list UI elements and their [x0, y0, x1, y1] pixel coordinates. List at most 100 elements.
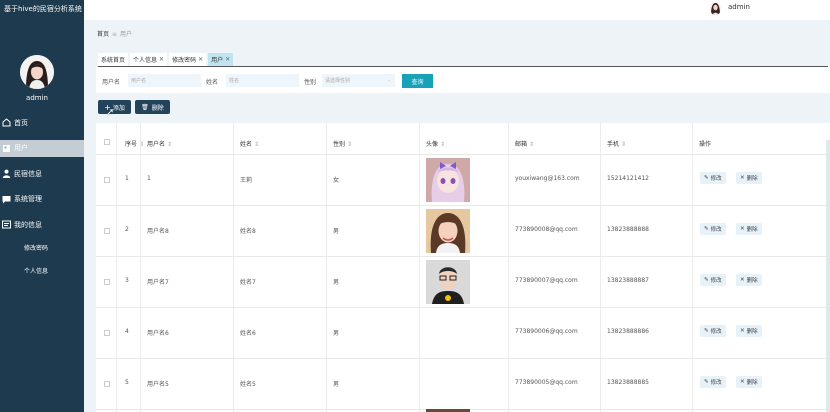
trash-icon: 🗑 [141, 103, 149, 111]
edit-button[interactable]: ✎ 修改 [700, 172, 726, 184]
cell-name: 姓名7 [240, 279, 256, 286]
add-button[interactable]: + 添加 [98, 100, 131, 114]
column-label: 性别 [333, 141, 346, 148]
tab-bar: 系统首页 个人信息 ✕ 修改密码 ✕ 用户 ✕ [98, 53, 235, 66]
username-label: 用户名 [102, 79, 121, 86]
column-header-name[interactable]: 姓名 ⇕ [240, 139, 259, 148]
edit-button[interactable]: ✎ 修改 [700, 325, 726, 337]
home-icon [2, 118, 11, 127]
edit-button[interactable]: ✎ 修改 [700, 223, 726, 235]
username-input[interactable]: 用户名 [128, 74, 201, 87]
column-header-no[interactable]: 序号 ⇕ [125, 139, 144, 148]
column-header-photo[interactable]: 头像 ⇕ [426, 139, 445, 148]
sidebar-subitem-change-password[interactable]: 修改密码 [0, 238, 84, 258]
delete-button[interactable]: 🗑 删除 [135, 100, 170, 114]
cell-email: 773890005@qq.com [515, 379, 578, 386]
cell-no: 5 [125, 379, 129, 386]
sidebar-item-home[interactable]: 首页 [0, 114, 84, 131]
close-icon: ✕ [740, 328, 745, 334]
delete-row-button[interactable]: ✕ 删除 [736, 172, 762, 184]
column-header-gender[interactable]: 性别 ⇕ [333, 139, 352, 148]
gender-label: 性别 [304, 79, 317, 86]
table-row: 2 用户名8 姓名8 男 773890008@qq.com 1382388888… [96, 206, 830, 256]
column-label: 手机 [607, 141, 620, 148]
table-row: 1 1 王莉 女 youxiwang@163.com 15214121412 ✎… [96, 155, 830, 205]
add-button-label: 添加 [112, 104, 125, 112]
tab-label: 修改密码 [172, 57, 197, 64]
header-username[interactable]: admin [728, 3, 750, 11]
delete-label: 删除 [746, 329, 758, 335]
sidebar-item-system[interactable]: 系统管理 [0, 191, 84, 208]
sidebar-item-profile[interactable]: 我的信息 [0, 216, 84, 233]
delete-row-button[interactable]: ✕ 删除 [736, 376, 762, 388]
close-icon[interactable]: ✕ [159, 56, 164, 63]
tab-label: 个人信息 [133, 57, 158, 64]
name-placeholder: 姓名 [229, 78, 240, 84]
user-photo [426, 260, 470, 304]
sort-icon[interactable]: ⇕ [347, 141, 352, 148]
sort-icon[interactable]: ⇕ [621, 141, 626, 148]
tab-home[interactable]: 系统首页 [98, 53, 129, 66]
close-icon: ✕ [740, 379, 745, 385]
cell-username: 用户名5 [147, 381, 169, 388]
cell-gender: 男 [333, 228, 340, 235]
sort-icon[interactable]: ⇕ [529, 141, 534, 148]
query-button[interactable]: 查询 [402, 74, 433, 88]
cell-phone: 13823888885 [607, 379, 649, 386]
chevron-down-icon: ⌄ [386, 77, 391, 83]
column-header-email[interactable]: 邮箱 ⇕ [515, 139, 534, 148]
edit-button[interactable]: ✎ 修改 [700, 376, 726, 388]
username-placeholder: 用户名 [131, 78, 147, 84]
sort-icon[interactable]: ⇕ [254, 141, 259, 148]
sort-icon[interactable]: ⇕ [167, 141, 172, 148]
gender-select[interactable]: 请选择性别 ⌄ [322, 74, 395, 87]
row-checkbox[interactable] [104, 381, 110, 387]
edit-button[interactable]: ✎ 修改 [700, 274, 726, 286]
edit-icon: ✎ [704, 328, 709, 334]
column-header-username[interactable]: 用户名 ⇕ [147, 139, 172, 148]
cell-no: 3 [125, 277, 129, 284]
user-card-icon [2, 144, 11, 153]
sidebar-item-users[interactable]: 用户 [0, 139, 84, 157]
row-checkbox[interactable] [104, 177, 110, 183]
tab-label: 系统首页 [101, 57, 126, 64]
name-input[interactable]: 姓名 [226, 74, 299, 87]
name-label: 姓名 [206, 79, 219, 86]
tab-change-password[interactable]: 修改密码 ✕ [169, 53, 207, 66]
delete-row-button[interactable]: ✕ 删除 [736, 274, 762, 286]
breadcrumb-current: 用户 [120, 31, 133, 38]
row-checkbox[interactable] [104, 228, 110, 234]
edit-label: 修改 [710, 329, 722, 335]
close-icon[interactable]: ✕ [225, 56, 230, 63]
delete-row-button[interactable]: ✕ 删除 [736, 223, 762, 235]
cell-gender: 男 [333, 330, 340, 337]
vertical-scrollbar[interactable] [826, 140, 830, 412]
row-checkbox[interactable] [104, 330, 110, 336]
sort-icon[interactable]: ⇕ [440, 141, 445, 148]
breadcrumb-home[interactable]: 首页 [97, 31, 109, 38]
sidebar: 基于hive的民宿分析系统 admin 首页 用户 民宿信息 系统管理 我的信息… [0, 0, 84, 412]
cell-username: 1 [147, 175, 151, 182]
sidebar-subitem-personal-info[interactable]: 个人信息 [0, 261, 84, 281]
column-header-actions: 操作 [699, 141, 712, 148]
column-label: 头像 [426, 141, 439, 148]
table-row: 4 用户名6 姓名6 男 773890006@qq.com 1382388888… [96, 308, 830, 358]
select-all-checkbox[interactable] [104, 139, 110, 145]
profile-icon [2, 220, 11, 229]
row-checkbox[interactable] [104, 279, 110, 285]
tab-personal-info[interactable]: 个人信息 ✕ [130, 53, 168, 66]
close-icon[interactable]: ✕ [198, 56, 203, 63]
cell-phone: 13823888886 [607, 328, 649, 335]
delete-row-button[interactable]: ✕ 删除 [736, 325, 762, 337]
breadcrumb-separator: ≡ [112, 31, 118, 38]
sidebar-item-label: 首页 [14, 118, 28, 127]
table-row: 5 用户名5 姓名5 男 773890005@qq.com 1382388888… [96, 359, 830, 409]
tab-users[interactable]: 用户 ✕ [208, 53, 234, 66]
sidebar-item-homestay[interactable]: 民宿信息 [0, 165, 84, 182]
close-icon: ✕ [740, 175, 745, 181]
sidebar-username: admin [26, 94, 48, 102]
sidebar-menu: 首页 用户 民宿信息 系统管理 我的信息 修改密码 个人信息 [0, 114, 84, 284]
column-header-phone[interactable]: 手机 ⇕ [607, 139, 626, 148]
header-avatar[interactable] [710, 2, 721, 15]
sidebar-item-label: 我的信息 [14, 220, 42, 229]
